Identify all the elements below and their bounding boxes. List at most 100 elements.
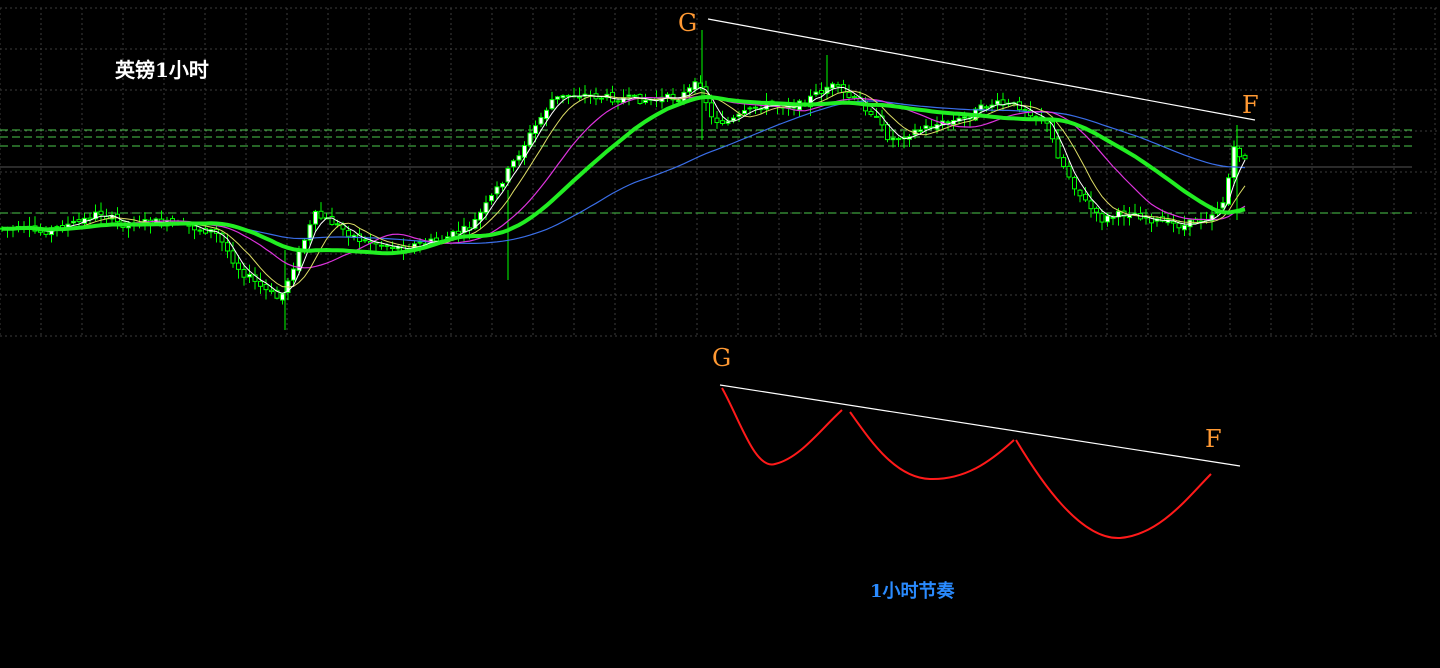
- candle-body: [687, 87, 692, 93]
- candle-body: [291, 268, 296, 281]
- candle-body: [1242, 154, 1248, 160]
- candle-body: [874, 115, 879, 118]
- candle-body: [923, 125, 929, 129]
- candle-body: [538, 116, 544, 125]
- candle-body: [236, 262, 241, 270]
- candle-body: [1022, 109, 1028, 112]
- candle-body: [890, 137, 896, 141]
- candle-body: [1066, 165, 1072, 178]
- candle-body: [692, 81, 698, 91]
- chart-title: 英镑1小时: [115, 58, 209, 82]
- candle-body: [417, 241, 423, 244]
- candle-body: [500, 183, 505, 188]
- candle-body: [483, 202, 489, 214]
- candle-body: [197, 229, 203, 232]
- candle-body: [269, 289, 274, 293]
- candle-body: [505, 167, 511, 183]
- candle-body: [1094, 207, 1099, 213]
- candle-body: [885, 124, 890, 141]
- candle-body: [852, 96, 857, 99]
- label-sketch-end: F: [1205, 425, 1222, 453]
- candle-body: [1055, 138, 1061, 159]
- label-sketch-start: G: [712, 344, 731, 372]
- candle-body: [230, 250, 236, 264]
- candle-body: [76, 219, 82, 223]
- candle-body: [566, 94, 571, 97]
- candle-body: [335, 223, 340, 226]
- candle-body: [549, 99, 555, 110]
- candle-body: [98, 210, 104, 216]
- candle-body: [830, 83, 835, 89]
- candle-body: [709, 102, 714, 118]
- candle-body: [1187, 219, 1193, 228]
- candle-body: [753, 106, 758, 109]
- candle-body: [313, 210, 318, 225]
- candle-body: [1105, 215, 1110, 223]
- candle-body: [1127, 214, 1132, 219]
- candle-body: [714, 117, 720, 124]
- candle-body: [241, 269, 247, 278]
- candle-body: [742, 110, 747, 115]
- candle-body: [258, 280, 263, 287]
- candle-body: [362, 239, 368, 242]
- candle-body: [318, 210, 324, 219]
- candle-body: [192, 225, 197, 231]
- candle-body: [555, 96, 560, 100]
- candle-body: [962, 116, 967, 119]
- candle-body: [868, 110, 874, 115]
- label-top-end: F: [1242, 91, 1259, 119]
- candle-body: [544, 109, 549, 120]
- candle-body: [577, 96, 582, 99]
- candle-body: [434, 237, 439, 242]
- chart-caption: 1小时节奏: [870, 580, 956, 602]
- candle-body: [1231, 146, 1237, 179]
- candle-body: [1072, 177, 1077, 190]
- candle-body: [995, 100, 1000, 105]
- candle-body: [632, 94, 637, 97]
- chart-canvas: 英镑1小时 G F G F 1小时节奏: [0, 0, 1440, 668]
- candle-body: [676, 99, 681, 103]
- candle-body: [494, 186, 500, 195]
- candle-body: [1182, 224, 1187, 231]
- candle-body: [280, 293, 285, 301]
- candle-body: [720, 120, 725, 124]
- candle-body: [1099, 213, 1105, 223]
- candle-body: [225, 242, 230, 252]
- candle-body: [846, 91, 852, 98]
- candle-body: [896, 138, 901, 141]
- candle-body: [1237, 147, 1242, 158]
- candle-body: [643, 99, 648, 103]
- candle-body: [1171, 221, 1176, 224]
- candle-body: [1083, 193, 1088, 201]
- label-top-start: G: [678, 9, 697, 37]
- candle-body: [1061, 157, 1066, 167]
- candle-body: [945, 121, 951, 124]
- candle-body: [747, 107, 753, 110]
- candle-body: [456, 230, 461, 235]
- candle-body: [984, 106, 989, 109]
- candle-body: [725, 120, 731, 124]
- candle-body: [390, 246, 395, 249]
- candle-body: [247, 273, 252, 278]
- candle-body: [626, 94, 632, 97]
- candle-body: [835, 84, 841, 87]
- candle-body: [379, 244, 384, 247]
- candle-body: [813, 91, 819, 96]
- candle-body: [489, 195, 494, 202]
- candle-body: [384, 244, 390, 247]
- candle-body: [819, 90, 824, 94]
- candle-body: [511, 160, 516, 168]
- candle-body: [1033, 115, 1039, 118]
- candle-body: [263, 284, 269, 291]
- candle-body: [599, 97, 604, 100]
- candle-body: [527, 132, 533, 146]
- candle-body: [478, 211, 483, 221]
- candle-body: [1110, 216, 1116, 219]
- candle-body: [615, 100, 621, 103]
- candle-body: [71, 220, 76, 224]
- candle-body: [1220, 202, 1226, 209]
- candle-body: [1077, 189, 1083, 197]
- candle-body: [560, 95, 566, 99]
- candle-body: [918, 129, 923, 132]
- candle-body: [346, 230, 351, 237]
